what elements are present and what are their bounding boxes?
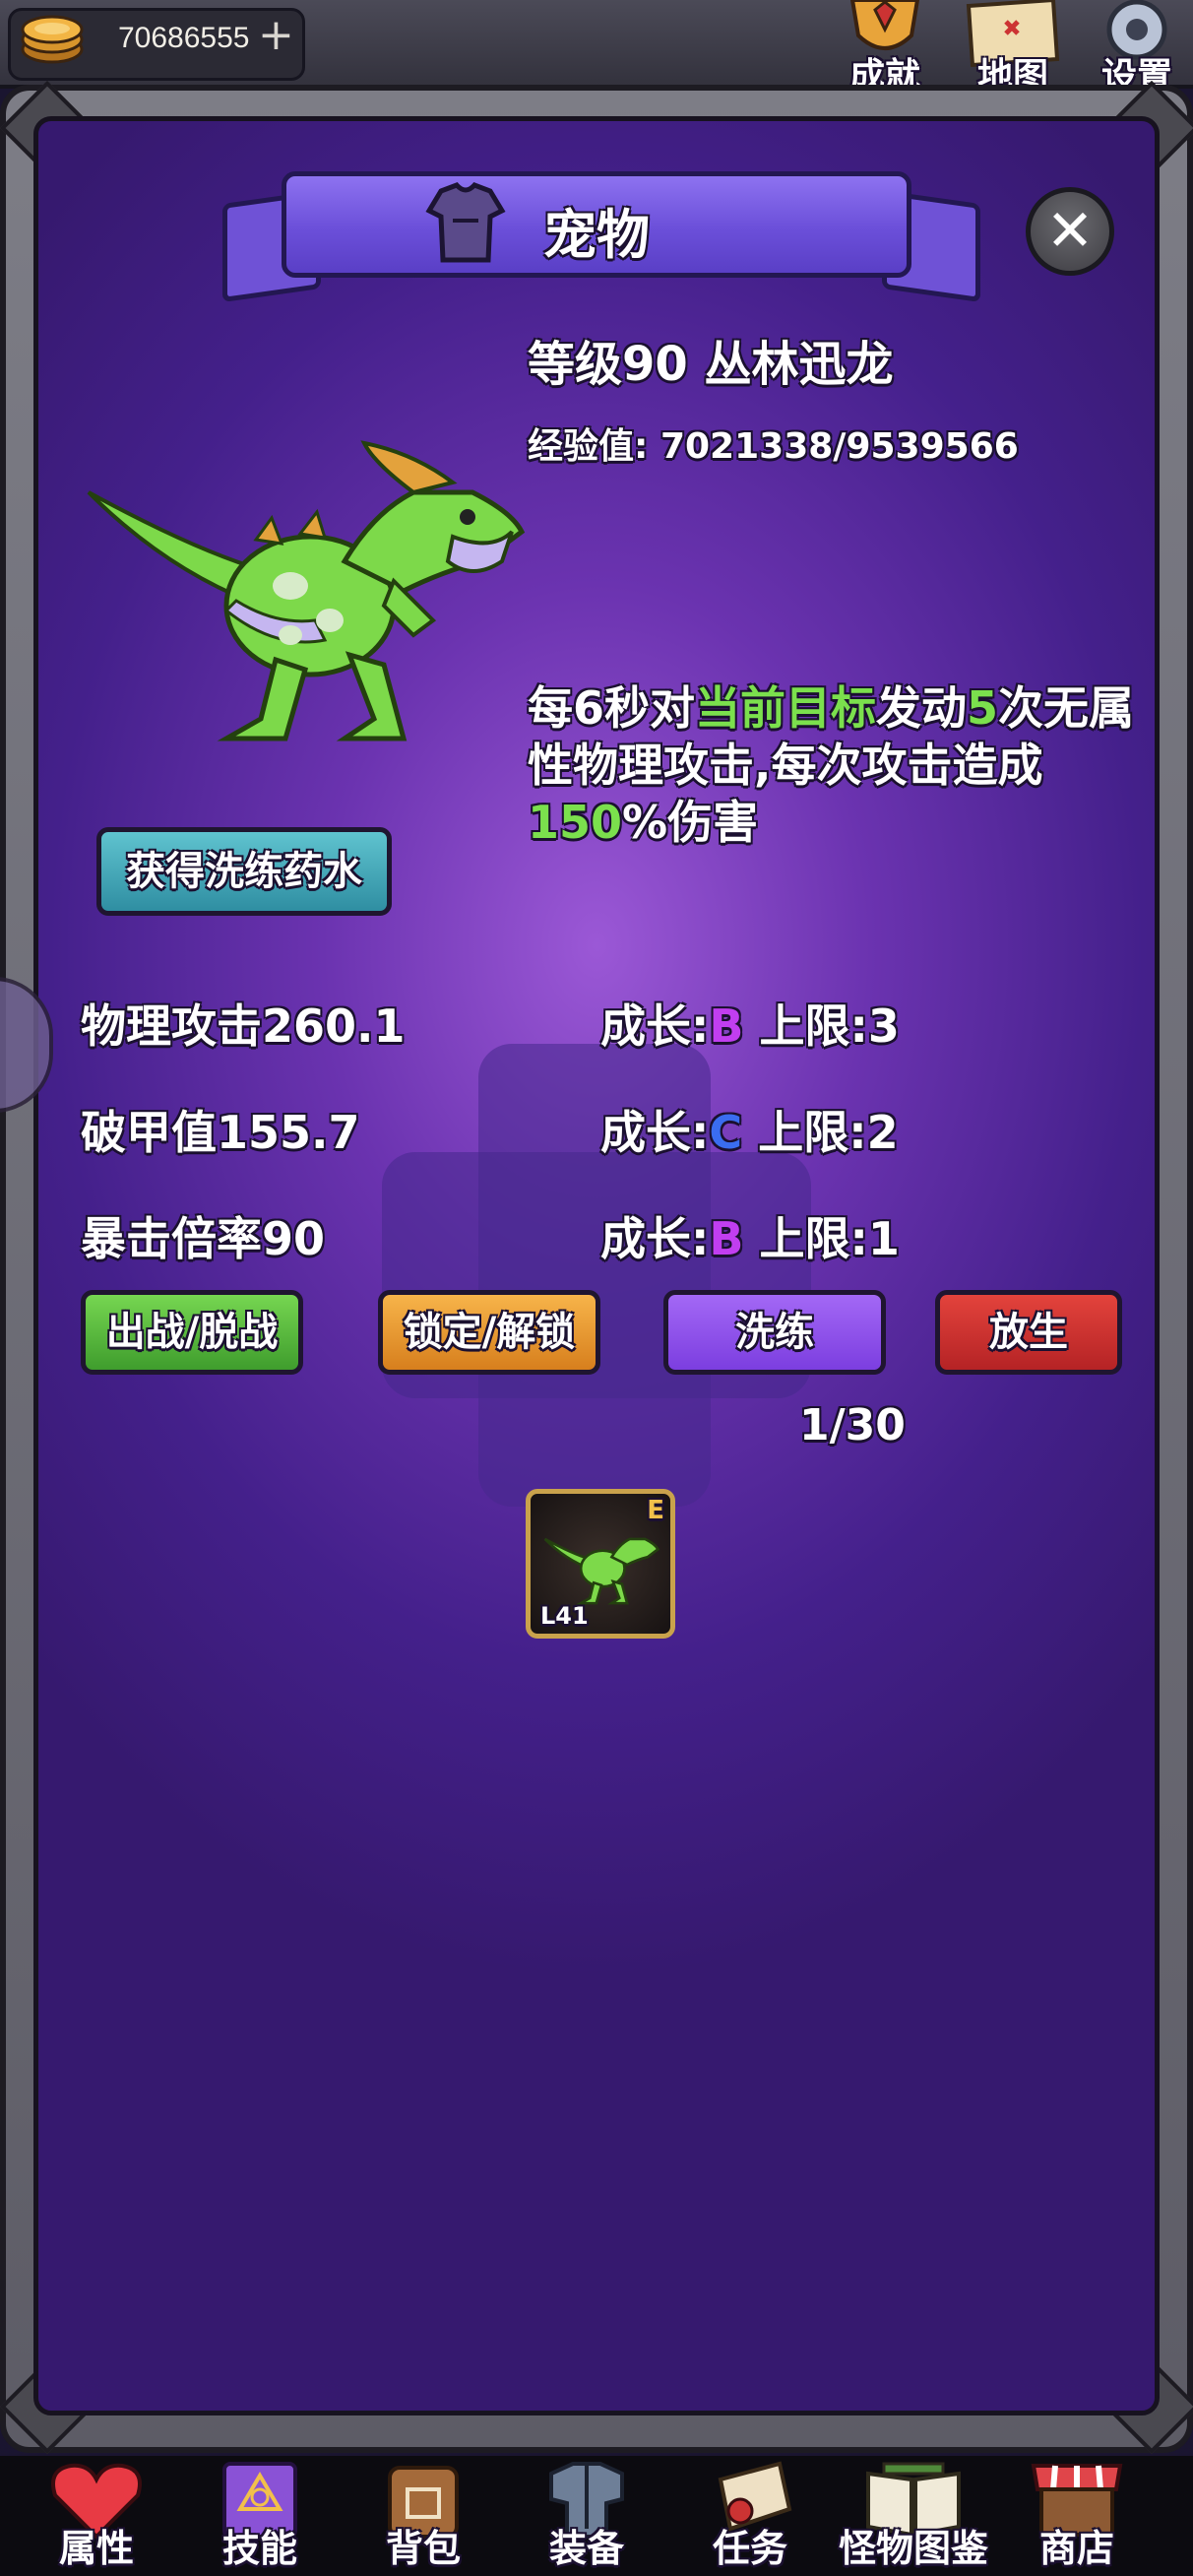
nav-bag[interactable]: 背包 (335, 2456, 512, 2576)
nav-equipment[interactable]: 装备 (498, 2456, 675, 2576)
refine-button[interactable]: 洗练 (663, 1290, 886, 1375)
nav-skills[interactable]: 技能 (171, 2456, 348, 2576)
close-icon: ✕ (1045, 197, 1095, 264)
raptor-thumbnail-icon (543, 1537, 660, 1605)
growth-grade: B (709, 999, 744, 1053)
raptor-pet-image (87, 440, 526, 741)
nav-label: 技能 (221, 2527, 297, 2570)
nav-shop[interactable]: 商店 (988, 2456, 1165, 2576)
exp-row: 经验值: 7021338/9539566 (528, 418, 1019, 469)
nav-attributes[interactable]: 属性 (8, 2456, 185, 2576)
nav-label: 怪物图鉴 (838, 2527, 988, 2570)
stat-crit-multiplier: 暴击倍率90 (81, 1212, 326, 1265)
slot-level: L41 (540, 1602, 589, 1630)
close-button[interactable]: ✕ (1026, 187, 1114, 276)
stat-growth-row: 成长:B 上限:3 (600, 991, 900, 1056)
nav-bestiary[interactable]: 怪物图鉴 (825, 2456, 1002, 2576)
nav-quests[interactable]: 任务 (661, 2456, 839, 2576)
gold-amount: 70686555 (118, 22, 250, 54)
lock-button[interactable]: 锁定/解锁 (378, 1290, 600, 1375)
settings-label: 设置 (1100, 56, 1172, 85)
panel-title: 宠物 (543, 204, 650, 266)
nav-label: 背包 (385, 2527, 461, 2570)
growth-label: 成长: (600, 1106, 710, 1159)
settings-button[interactable]: 设置 (1083, 0, 1191, 85)
skill-text: 每6秒对 (528, 681, 696, 735)
skill-hits: 5 (967, 681, 999, 735)
skill-damage: 150 (528, 796, 623, 849)
pet-level-name: 等级90 丛林迅龙 (528, 337, 894, 392)
map-label: 地图 (976, 56, 1048, 85)
growth-limit: 上限:3 (759, 999, 900, 1053)
stat-growth-row: 成长:C 上限:2 (600, 1097, 899, 1162)
get-refine-potion-button[interactable]: 获得洗练药水 (96, 827, 392, 916)
release-button[interactable]: 放生 (935, 1290, 1122, 1375)
skill-text: %伤害 (622, 796, 759, 849)
growth-label: 成长: (600, 1212, 710, 1265)
growth-limit: 上限:2 (758, 1106, 899, 1159)
nav-label: 装备 (548, 2527, 624, 2570)
growth-grade: B (709, 1212, 744, 1265)
map-button[interactable]: 地图 (959, 0, 1067, 85)
stat-armor-break: 破甲值155.7 (81, 1106, 360, 1159)
stat-growth-row: 成长:B 上限:1 (600, 1203, 900, 1268)
slot-grade: E (647, 1496, 664, 1525)
nav-label: 商店 (1038, 2527, 1114, 2570)
growth-label: 成长: (600, 999, 710, 1053)
nav-label: 任务 (712, 2527, 787, 2570)
achievements-button[interactable]: 成就 (831, 0, 939, 85)
add-gold-button[interactable]: + (258, 14, 294, 57)
gold-coin-icon (21, 15, 84, 64)
achievements-label: 成就 (848, 56, 920, 85)
deploy-button[interactable]: 出战/脱战 (81, 1290, 303, 1375)
stat-physical-attack: 物理攻击260.1 (81, 999, 406, 1053)
pet-count: 1/30 (799, 1400, 906, 1450)
growth-grade: C (709, 1106, 743, 1159)
exp-value: 7021338/9539566 (659, 426, 1019, 467)
skill-target: 当前目标 (695, 681, 877, 735)
nav-label: 属性 (58, 2527, 134, 2570)
pet-slot[interactable]: E L41 (526, 1489, 675, 1639)
armor-icon (425, 182, 506, 263)
exp-label: 经验值: (528, 426, 649, 467)
pet-skill-description: 每6秒对当前目标发动5次无属性物理攻击,每次攻击造成150%伤害 (528, 679, 1138, 851)
growth-limit: 上限:1 (759, 1212, 900, 1265)
skill-text: 发动 (876, 681, 968, 735)
